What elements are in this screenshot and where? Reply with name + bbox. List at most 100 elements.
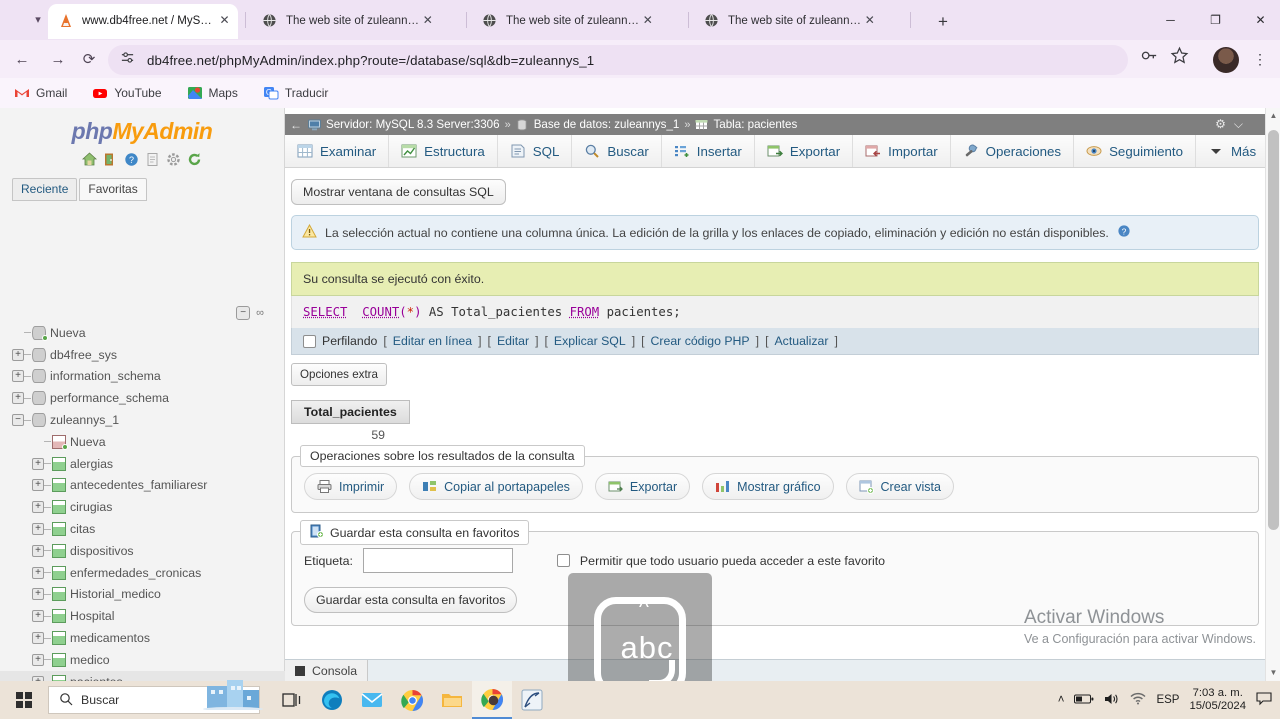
- new-tab-button[interactable]: +: [930, 9, 956, 35]
- file-explorer-icon[interactable]: [432, 681, 472, 719]
- scrollbar-thumb[interactable]: [1268, 130, 1279, 530]
- bookmark-star-icon[interactable]: [1170, 46, 1189, 70]
- tree-expander[interactable]: +: [32, 610, 44, 623]
- show-chart-action[interactable]: Mostrar gráfico: [702, 473, 834, 500]
- page-scrollbar[interactable]: ▲ ▼: [1265, 108, 1280, 681]
- browser-tab-3[interactable]: The web site of zuleannys28 ✕: [472, 4, 662, 38]
- show-query-window-button[interactable]: Mostrar ventana de consultas SQL: [291, 179, 506, 205]
- tree-expander[interactable]: +: [32, 566, 44, 579]
- results-column-header[interactable]: Total_pacientes: [291, 400, 410, 424]
- tree-item-antecedentes_familiaresr[interactable]: + antecedentes_familiaresr: [0, 475, 285, 497]
- bookmark-translate[interactable]: G Traducir: [259, 83, 333, 103]
- link-explicar-sql[interactable]: Explicar SQL: [554, 334, 626, 348]
- tree-expander[interactable]: +: [12, 370, 24, 383]
- tab-buscar[interactable]: Buscar: [572, 135, 662, 167]
- tree-expander[interactable]: +: [32, 632, 44, 645]
- tree-expander[interactable]: +: [32, 544, 44, 557]
- export-action[interactable]: Exportar: [594, 473, 691, 500]
- browser-tab-1[interactable]: www.db4free.net / MySQL 8.3 S ✕: [48, 4, 238, 38]
- task-view-icon[interactable]: [272, 681, 312, 719]
- tree-expander[interactable]: +: [32, 457, 44, 470]
- reload-button[interactable]: ⟳: [76, 47, 102, 73]
- wiki-icon[interactable]: [144, 151, 161, 168]
- tray-expand-icon[interactable]: ˄: [1058, 694, 1065, 706]
- gear-icon[interactable]: ⚙: [1215, 117, 1226, 132]
- tab-search-chevron-icon[interactable]: ▾: [30, 12, 46, 28]
- browser-tab-3-close[interactable]: ✕: [640, 12, 656, 30]
- browser-tab-1-close[interactable]: ✕: [217, 12, 232, 30]
- tree-item-alergias[interactable]: + alergias: [0, 453, 285, 475]
- tree-item-nueva[interactable]: Nueva: [0, 322, 285, 344]
- link-with-main-icon[interactable]: ∞: [256, 307, 264, 319]
- tree-item-hospital[interactable]: + Hospital: [0, 605, 285, 627]
- collapse-icon[interactable]: ⌵: [1234, 117, 1243, 132]
- chrome-icon[interactable]: [392, 681, 432, 719]
- volume-icon[interactable]: [1104, 692, 1120, 709]
- nav-tab-reciente[interactable]: Reciente: [12, 178, 78, 201]
- tree-expander[interactable]: +: [32, 523, 44, 536]
- tree-item-medicamentos[interactable]: + medicamentos: [0, 627, 285, 649]
- tab-seguimiento[interactable]: Seguimiento: [1074, 135, 1196, 167]
- bookmark-gmail[interactable]: Gmail: [10, 83, 71, 103]
- tab-sql[interactable]: SQL: [497, 135, 573, 167]
- logout-icon[interactable]: [102, 151, 119, 168]
- tree-item-cirugias[interactable]: + cirugias: [0, 496, 285, 518]
- print-action[interactable]: Imprimir: [304, 473, 398, 500]
- extra-options-button[interactable]: Opciones extra: [291, 363, 387, 386]
- tree-item-citas[interactable]: + citas: [0, 518, 285, 540]
- tree-expander[interactable]: +: [32, 501, 44, 514]
- tree-item-enfermedades_cronicas[interactable]: + enfermedades_cronicas: [0, 562, 285, 584]
- breadcrumb-server[interactable]: Servidor: MySQL 8.3 Server:3306: [308, 118, 500, 131]
- docs-icon[interactable]: ?: [123, 151, 140, 168]
- tree-expander[interactable]: +: [12, 392, 24, 405]
- browser-tab-2[interactable]: The web site of zuleannys28 ✕: [252, 4, 442, 38]
- save-bookmark-button[interactable]: Guardar esta consulta en favoritos: [304, 587, 518, 613]
- link-actualizar[interactable]: Actualizar: [774, 334, 828, 348]
- profiling-checkbox[interactable]: [303, 334, 316, 348]
- tree-expander[interactable]: +: [32, 588, 44, 601]
- allow-all-users-checkbox[interactable]: [556, 554, 570, 567]
- window-maximize-button[interactable]: ❐: [1193, 8, 1238, 32]
- tree-item-medico[interactable]: + medico: [0, 649, 285, 671]
- taskbar-search[interactable]: Buscar: [48, 680, 263, 714]
- scroll-up-arrow[interactable]: ▲: [1266, 108, 1280, 124]
- tree-item-historial_medico[interactable]: + Historial_medico: [0, 584, 285, 606]
- tab-insertar[interactable]: Insertar: [661, 135, 755, 167]
- tree-item-zuleannys_1[interactable]: − zuleannys_1: [0, 409, 285, 431]
- browser-tab-2-close[interactable]: ✕: [420, 12, 436, 30]
- window-minimize-button[interactable]: ─: [1148, 8, 1193, 32]
- breadcrumb-table[interactable]: Tabla: pacientes: [695, 118, 797, 131]
- link-editar[interactable]: Editar: [497, 334, 529, 348]
- browser-tab-4-close[interactable]: ✕: [862, 12, 878, 30]
- nav-tab-favoritas[interactable]: Favoritas: [79, 178, 147, 201]
- battery-icon[interactable]: [1074, 693, 1094, 708]
- collapse-all-icon[interactable]: −: [236, 306, 251, 320]
- tab-exportar[interactable]: Exportar: [754, 135, 854, 167]
- notification-icon[interactable]: [1256, 691, 1272, 709]
- tree-item-nueva[interactable]: Nueva: [0, 431, 285, 453]
- home-icon[interactable]: [81, 151, 98, 168]
- window-close-button[interactable]: ✕: [1238, 8, 1280, 32]
- mail-icon[interactable]: [352, 681, 392, 719]
- tree-expander[interactable]: +: [12, 348, 24, 361]
- tree-item-performance_schema[interactable]: + performance_schema: [0, 387, 285, 409]
- tab-examinar[interactable]: Examinar: [285, 135, 390, 167]
- edge-icon[interactable]: [312, 681, 352, 719]
- back-button[interactable]: ←: [9, 47, 35, 73]
- wifi-icon[interactable]: [1130, 692, 1146, 708]
- create-view-action[interactable]: Crear vista: [845, 473, 954, 500]
- language-indicator[interactable]: ESP: [1156, 694, 1179, 706]
- app-icon[interactable]: [512, 681, 552, 719]
- tree-item-dispositivos[interactable]: + dispositivos: [0, 540, 285, 562]
- tree-expander[interactable]: −: [12, 414, 24, 427]
- copy-to-clipboard-action[interactable]: Copiar al portapapeles: [409, 473, 583, 500]
- tab-operaciones[interactable]: Operaciones: [950, 135, 1075, 167]
- bookmark-youtube[interactable]: YouTube: [88, 83, 165, 103]
- link-crear-codigo-php[interactable]: Crear código PHP: [651, 334, 750, 348]
- taskbar-clock[interactable]: 7:03 a. m. 15/05/2024: [1189, 687, 1246, 713]
- breadcrumb-database[interactable]: Base de datos: zuleannys_1: [516, 118, 679, 131]
- tree-item-information_schema[interactable]: + information_schema: [0, 366, 285, 388]
- help-icon[interactable]: ?: [1117, 224, 1131, 241]
- browser-tab-4[interactable]: The web site of zuleannys28 ✕: [694, 4, 884, 38]
- tab-importar[interactable]: Importar: [853, 135, 951, 167]
